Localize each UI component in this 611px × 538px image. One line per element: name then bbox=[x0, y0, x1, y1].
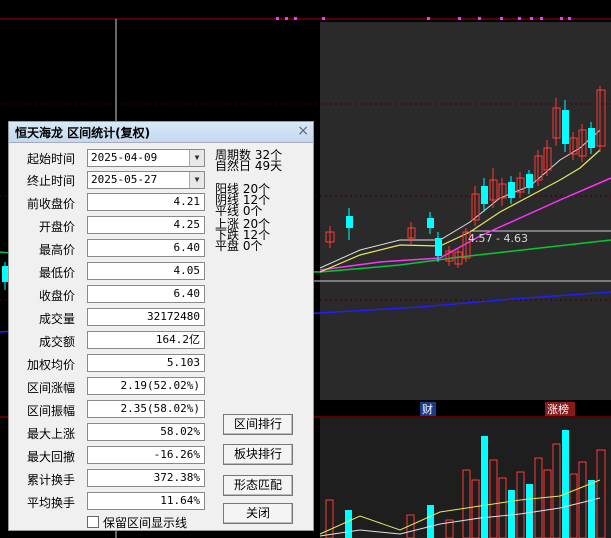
field-label: 累计换手 bbox=[26, 473, 75, 487]
dialog-titlebar[interactable]: 恒天海龙 区间统计(复权) × bbox=[9, 122, 313, 143]
start-time-label: 起始时间 bbox=[26, 152, 75, 166]
end-time-label: 终止时间 bbox=[26, 174, 75, 188]
keep-lines-checkbox[interactable]: 保留区间显示线 bbox=[87, 514, 187, 531]
field-label: 收盘价 bbox=[38, 289, 75, 303]
field-label: 成交额 bbox=[38, 335, 75, 349]
field-label: 加权均价 bbox=[26, 358, 75, 372]
field-value: 6.40 bbox=[87, 239, 205, 257]
field-value: 4.25 bbox=[87, 216, 205, 234]
range-rank-button[interactable]: 区间排行 bbox=[223, 414, 293, 435]
start-date-picker[interactable]: 2025-04-09 ▼ bbox=[87, 149, 205, 167]
field-value: 4.21 bbox=[87, 193, 205, 211]
end-date-picker[interactable]: 2025-05-27 ▼ bbox=[87, 171, 205, 189]
marker-cai[interactable]: 财 bbox=[422, 402, 433, 416]
dialog-title: 恒天海龙 区间统计(复权) bbox=[15, 126, 151, 140]
field-value: 58.02% bbox=[87, 423, 205, 441]
marker-zhangbang[interactable]: 涨榜 bbox=[547, 402, 569, 416]
field-value: 5.103 bbox=[87, 354, 205, 372]
chevron-down-icon[interactable]: ▼ bbox=[189, 172, 204, 188]
field-value: 11.64% bbox=[87, 492, 205, 510]
info-even: 平盘 0个 bbox=[215, 239, 263, 253]
field-label: 区间涨幅 bbox=[26, 381, 75, 395]
field-label: 最大上涨 bbox=[26, 427, 75, 441]
close-icon[interactable]: × bbox=[297, 123, 309, 139]
keep-lines-label: 保留区间显示线 bbox=[103, 516, 188, 530]
field-value: 2.19(52.02%) bbox=[87, 377, 205, 395]
field-label: 区间振幅 bbox=[26, 404, 75, 418]
info-days: 自然日 49天 bbox=[215, 159, 283, 173]
field-label: 成交量 bbox=[38, 312, 75, 326]
field-label: 开盘价 bbox=[38, 220, 75, 234]
field-value: 2.35(58.02%) bbox=[87, 400, 205, 418]
range-price-label: 4.57 - 4.63 bbox=[468, 232, 528, 245]
field-label: 最低价 bbox=[38, 266, 75, 280]
field-value: -16.26% bbox=[87, 446, 205, 464]
field-label: 最高价 bbox=[38, 243, 75, 257]
field-value: 32172480 bbox=[87, 308, 205, 326]
chevron-down-icon[interactable]: ▼ bbox=[189, 150, 204, 166]
range-statistics-dialog: 恒天海龙 区间统计(复权) × 起始时间 2025-04-09 ▼ 终止时间 2… bbox=[8, 121, 314, 531]
selected-range-highlight bbox=[320, 22, 611, 400]
field-value: 164.2亿 bbox=[87, 331, 205, 349]
field-value: 4.05 bbox=[87, 262, 205, 280]
sector-rank-button[interactable]: 板块排行 bbox=[223, 444, 293, 465]
pattern-match-button[interactable]: 形态匹配 bbox=[223, 475, 293, 496]
field-label: 平均换手 bbox=[26, 496, 75, 510]
checkbox-icon[interactable] bbox=[87, 516, 99, 528]
field-value: 372.38% bbox=[87, 469, 205, 487]
field-value: 6.40 bbox=[87, 285, 205, 303]
field-label: 最大回撤 bbox=[26, 450, 75, 464]
end-date-value: 2025-05-27 bbox=[91, 173, 158, 186]
start-date-value: 2025-04-09 bbox=[91, 151, 158, 164]
field-label: 前收盘价 bbox=[26, 197, 75, 211]
close-button[interactable]: 关闭 bbox=[223, 503, 293, 524]
info-flat: 平线 0个 bbox=[215, 204, 263, 218]
